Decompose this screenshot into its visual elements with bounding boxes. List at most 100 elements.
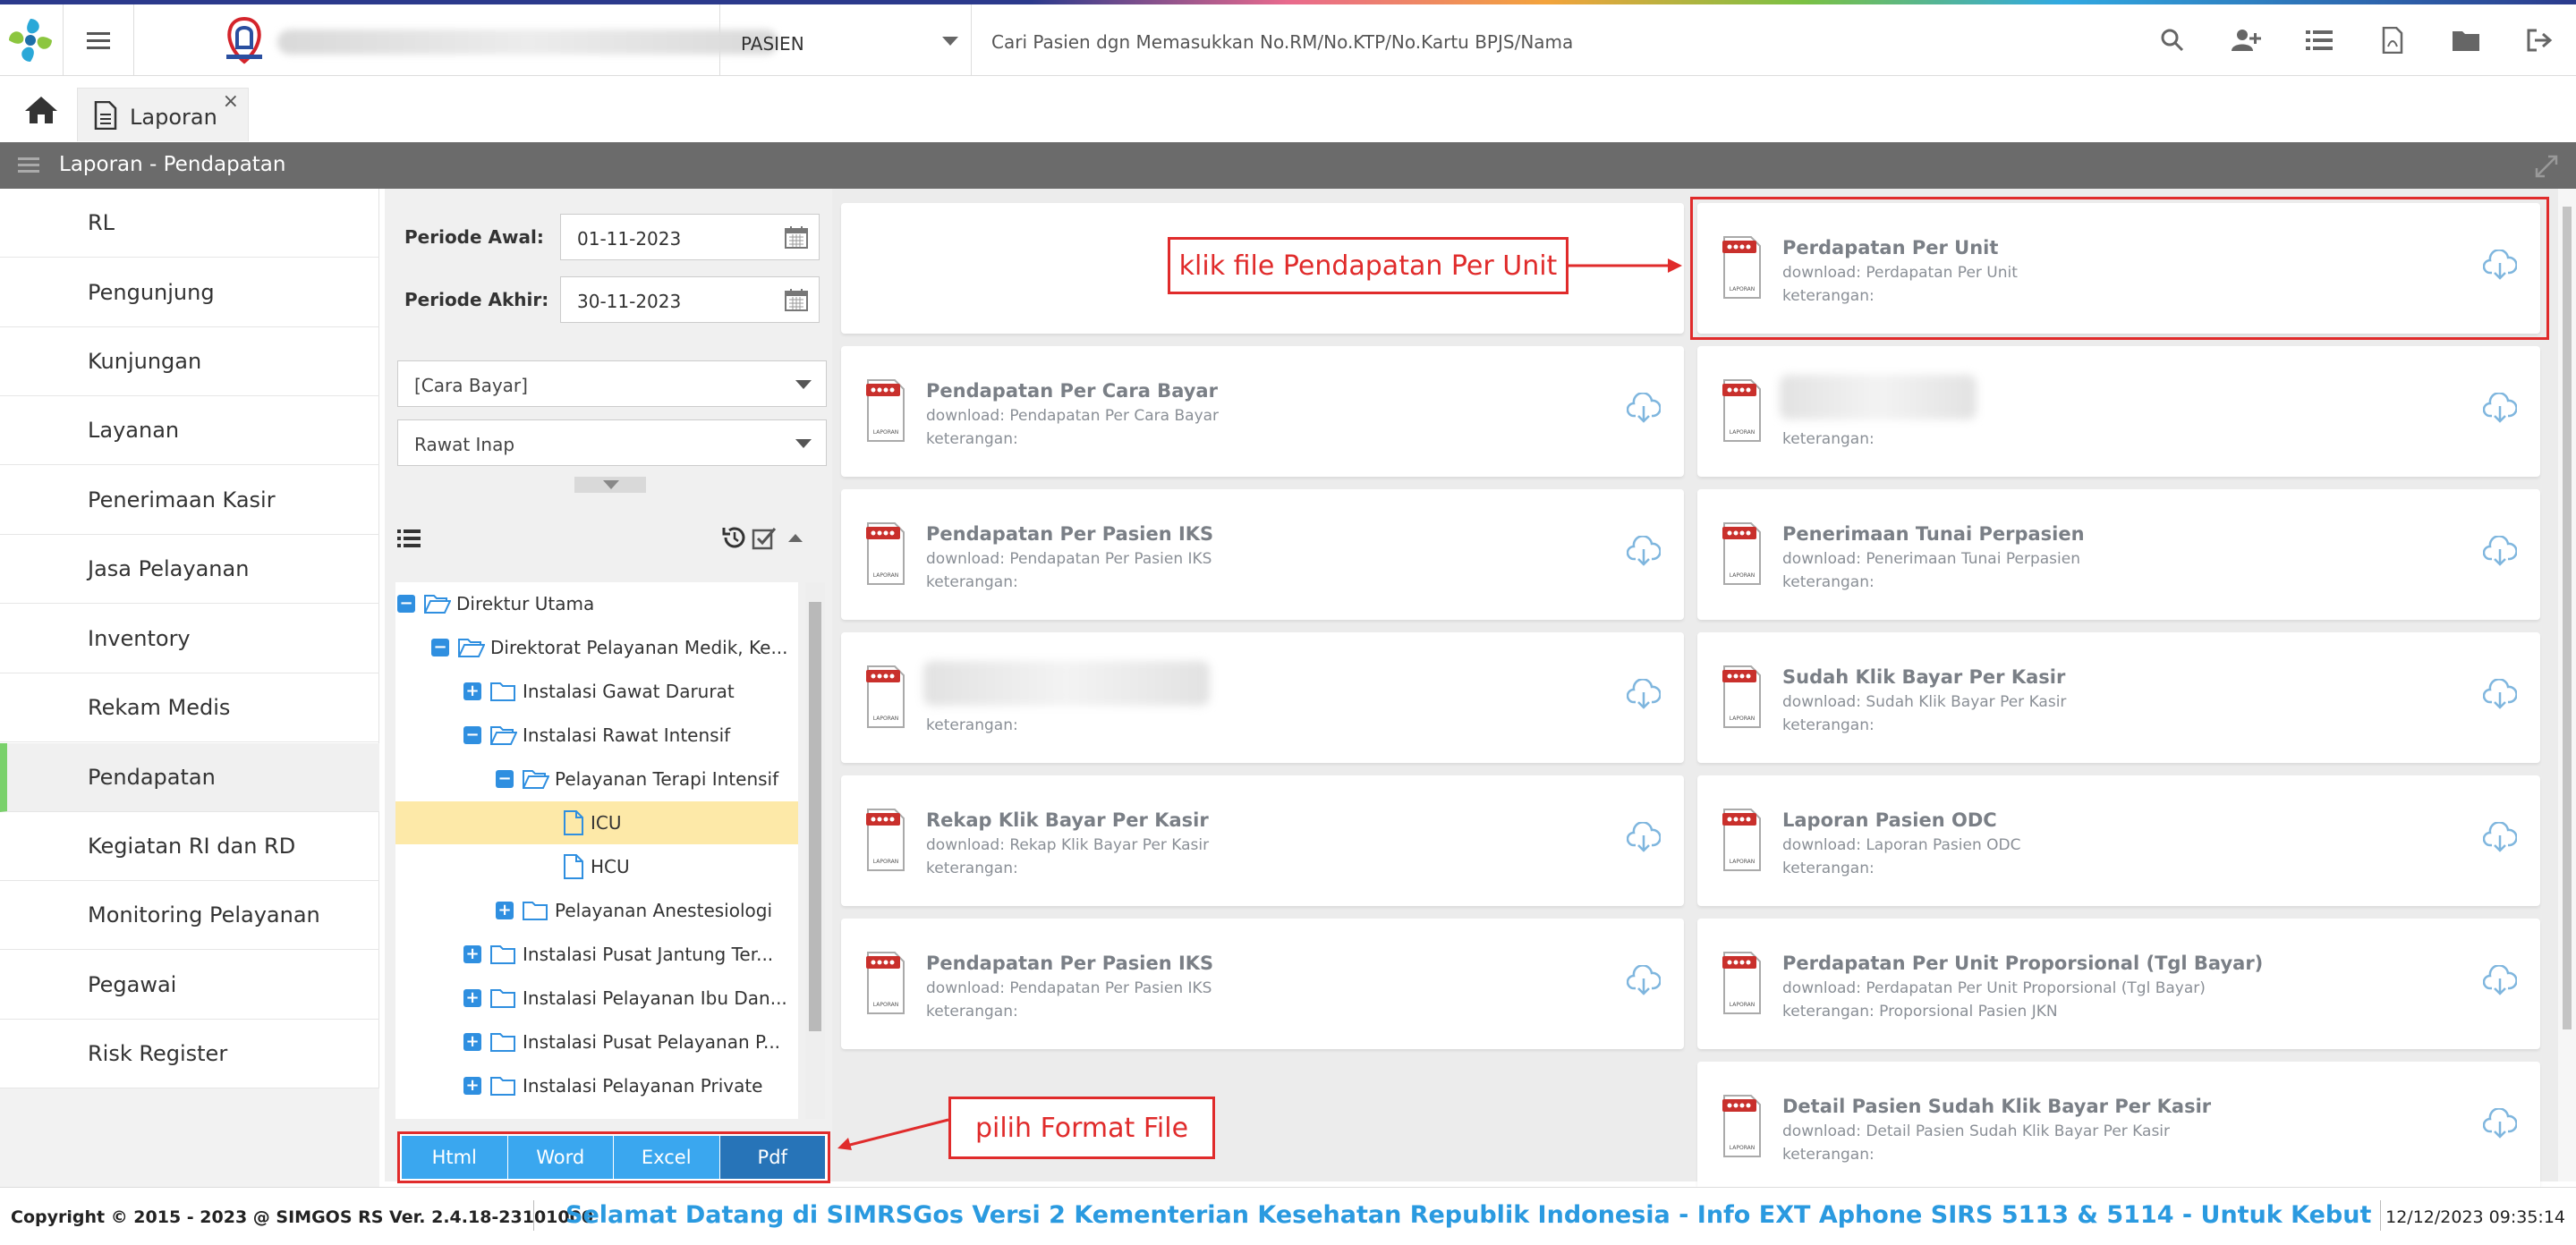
patient-search-input[interactable]: Cari Pasien dgn Memasukkan No.RM/No.KTP/…	[991, 31, 1573, 53]
tree-toggle[interactable]: +	[463, 1033, 481, 1051]
tree-node[interactable]: + Pelayanan Anestesiologi	[395, 889, 798, 932]
document-icon	[94, 101, 117, 130]
tree-toggle[interactable]: +	[463, 945, 481, 963]
nav-item-kunjungan[interactable]: Kunjungan	[0, 327, 379, 396]
tree-toggle[interactable]: −	[496, 770, 514, 788]
cloud-download-icon[interactable]	[1627, 822, 1661, 852]
nav-item-monitoring-pelayanan[interactable]: Monitoring Pelayanan	[0, 881, 379, 950]
calendar-icon[interactable]	[785, 225, 808, 249]
cloud-download-icon[interactable]	[2483, 1108, 2517, 1139]
report-card[interactable]: LAPORAN Pendapatan Per Cara Bayar download…	[841, 346, 1684, 477]
cloud-download-icon[interactable]	[2483, 679, 2517, 709]
tree-node[interactable]: HCU	[395, 845, 798, 888]
cloud-download-icon[interactable]	[1627, 965, 1661, 995]
cloud-download-icon[interactable]	[2483, 965, 2517, 995]
folder-icon	[490, 1033, 515, 1052]
tree-node[interactable]: − Pelayanan Terapi Intensif	[395, 758, 798, 800]
jenis-rawat-select[interactable]: Rawat Inap	[397, 419, 827, 466]
scrollbar-thumb[interactable]	[809, 602, 821, 1031]
cloud-download-icon[interactable]	[2483, 536, 2517, 566]
add-patient-button[interactable]	[2209, 4, 2283, 76]
nav-item-penerimaan-kasir[interactable]: Penerimaan Kasir	[0, 466, 379, 535]
tree-toggle[interactable]: −	[431, 639, 449, 656]
list-button[interactable]	[2283, 4, 2356, 76]
calendar-icon[interactable]	[785, 288, 808, 311]
nav-item-pengunjung[interactable]: Pengunjung	[0, 258, 379, 327]
report-card[interactable]: LAPORAN Laporan Pasien ODC download: Lapor…	[1697, 775, 2540, 906]
tree-toggle[interactable]: +	[463, 682, 481, 700]
tree-toggle[interactable]: −	[463, 726, 481, 744]
cloud-download-icon[interactable]	[1627, 679, 1661, 709]
tree-node-selected[interactable]: ICU	[395, 801, 798, 844]
home-button[interactable]	[23, 95, 59, 129]
report-card[interactable]: LAPORAN Penerimaan Tunai Perpasien downloa…	[1697, 489, 2540, 620]
tree-toggle[interactable]: −	[397, 595, 415, 613]
tree-node[interactable]: + Instalasi Pusat Jantung Ter...	[395, 933, 798, 976]
cloud-download-icon[interactable]	[1627, 393, 1661, 423]
periode-awal-input[interactable]: 01-11-2023	[560, 214, 820, 260]
format-word-button[interactable]: Word	[507, 1136, 613, 1179]
report-card[interactable]: LAPORAN Rekap Klik Bayar Per Kasir downloa…	[841, 775, 1684, 906]
nav-item-kegiatan-ri-rd[interactable]: Kegiatan RI dan RD	[0, 812, 379, 881]
search-button[interactable]	[2136, 4, 2209, 76]
nav-item-rekam-medis[interactable]: Rekam Medis	[0, 673, 379, 742]
report-card[interactable]: LAPORAN keterangan:	[841, 632, 1684, 763]
nav-item-layanan[interactable]: Layanan	[0, 396, 379, 465]
report-card[interactable]: LAPORAN Sudah Klik Bayar Per Kasir downloa…	[1697, 632, 2540, 763]
logout-button[interactable]	[2503, 4, 2576, 76]
chevron-up-icon[interactable]	[787, 532, 803, 543]
tree-node[interactable]: + Instalasi Pusat Pelayanan P...	[395, 1021, 798, 1063]
nav-item-rl[interactable]: RL	[0, 189, 379, 258]
check-square-icon[interactable]	[752, 525, 777, 550]
tab-close-button[interactable]: ×	[223, 90, 239, 113]
tree-node[interactable]: − Instalasi Rawat Intensif	[395, 714, 798, 757]
pdf-button[interactable]	[2356, 4, 2429, 76]
scrollbar-thumb[interactable]	[2563, 207, 2572, 1029]
tab-laporan[interactable]: Laporan ×	[77, 88, 249, 141]
periode-akhir-input[interactable]: 30-11-2023	[560, 276, 820, 323]
report-card[interactable]: LAPORAN Pendapatan Per Pasien IKS download…	[841, 489, 1684, 620]
cara-bayar-select[interactable]: [Cara Bayar]	[397, 360, 827, 407]
list-icon	[2306, 30, 2333, 50]
report-card[interactable]: LAPORAN Perdapatan Per Unit Proporsional …	[1697, 919, 2540, 1049]
menu-toggle-button[interactable]	[63, 4, 134, 76]
nav-item-jasa-pelayanan[interactable]: Jasa Pelayanan	[0, 535, 379, 604]
collapse-filter-toggle[interactable]	[574, 477, 646, 493]
tree-toggle[interactable]: +	[463, 1077, 481, 1095]
tree-toggle[interactable]: +	[496, 902, 514, 919]
nav-item-inventory[interactable]: Inventory	[0, 605, 379, 673]
cloud-download-icon[interactable]	[2483, 822, 2517, 852]
patient-type-select[interactable]: PASIEN	[721, 4, 972, 76]
tree-node[interactable]: + Instalasi Pelayanan Private	[395, 1064, 798, 1107]
nav-item-pegawai[interactable]: Pegawai	[0, 951, 379, 1020]
tree-node[interactable]: − Direktorat Pelayanan Medik, Ke...	[395, 626, 798, 669]
format-excel-button[interactable]: Excel	[614, 1136, 719, 1179]
tree-scrollbar[interactable]	[805, 582, 825, 1119]
nav-item-pendapatan[interactable]: Pendapatan	[0, 743, 379, 812]
cloud-download-icon[interactable]	[2483, 393, 2517, 423]
folder-icon	[490, 989, 515, 1008]
history-icon[interactable]	[721, 525, 746, 550]
report-card[interactable]: LAPORAN keterangan:	[1697, 346, 2540, 477]
blurred-hospital-name	[277, 30, 778, 55]
hamburger-icon[interactable]	[18, 157, 39, 174]
tree-node[interactable]: + Instalasi Gawat Darurat	[395, 670, 798, 713]
folder-icon	[490, 682, 515, 701]
tree-node[interactable]: + Instalasi Pelayanan Ibu Dan...	[395, 977, 798, 1020]
report-card[interactable]: LAPORAN Pendapatan Per Pasien IKS download…	[841, 919, 1684, 1049]
nav-item-risk-register[interactable]: Risk Register	[0, 1020, 379, 1088]
tree-node[interactable]: − Direktur Utama	[395, 582, 798, 625]
cloud-download-icon[interactable]	[1627, 536, 1661, 566]
tree-toggle[interactable]: +	[463, 989, 481, 1007]
expand-icon[interactable]	[2535, 155, 2558, 178]
format-html-button[interactable]: Html	[402, 1136, 507, 1179]
list-icon[interactable]	[397, 529, 421, 548]
folder-button[interactable]	[2429, 4, 2503, 76]
tree-node-label: Instalasi Gawat Darurat	[523, 681, 735, 702]
report-title: Pendapatan Per Pasien IKS	[926, 523, 1214, 545]
format-pdf-button[interactable]: Pdf	[719, 1136, 825, 1179]
tree-node-label: Direktorat Pelayanan Medik, Ke...	[490, 637, 788, 658]
report-scrollbar[interactable]	[2558, 189, 2576, 1181]
app-logo[interactable]	[4, 13, 57, 67]
report-card[interactable]: LAPORAN Detail Pasien Sudah Klik Bayar Pe…	[1697, 1062, 2540, 1192]
